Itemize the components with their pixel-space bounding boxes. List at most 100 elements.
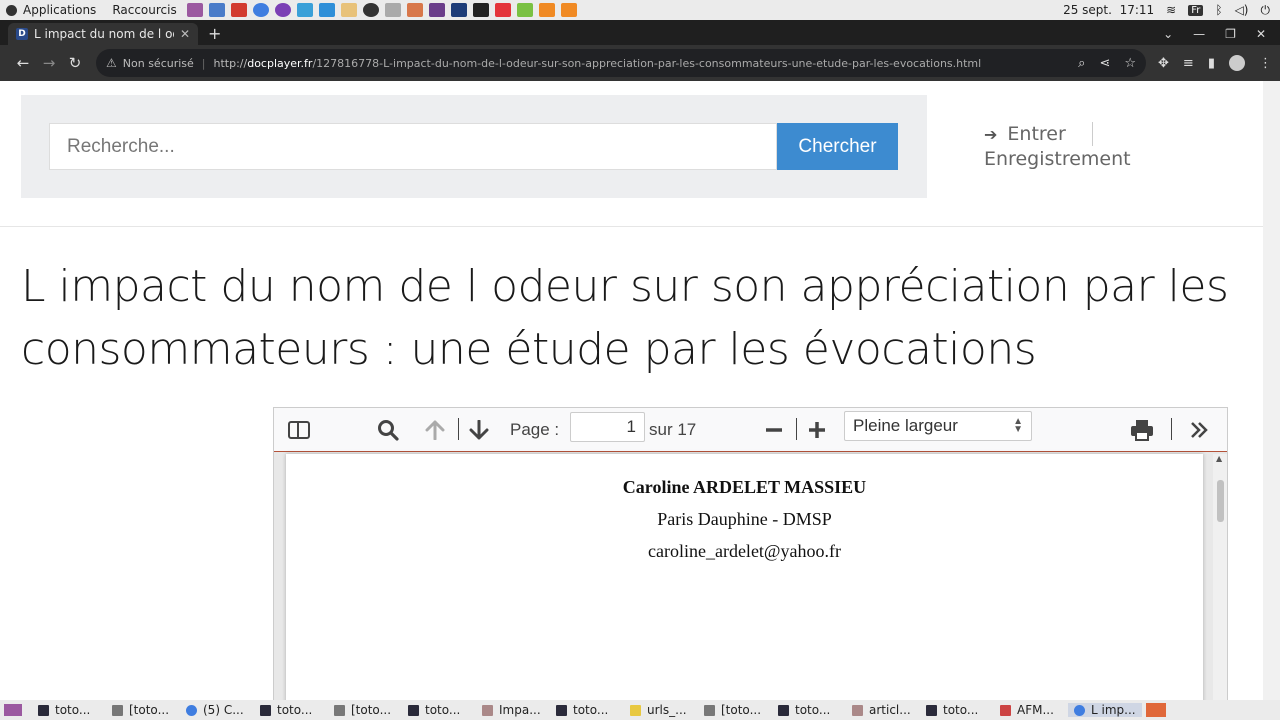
volume-icon[interactable]: ◁) <box>1235 3 1249 17</box>
zoom-select[interactable]: Pleine largeur ▲ ▼ <box>844 411 1032 441</box>
launcher-icon[interactable] <box>208 3 225 17</box>
wifi-icon[interactable]: ≋ <box>1166 3 1176 17</box>
warning-icon[interactable]: ⚠ <box>106 56 117 70</box>
tab-search-icon[interactable]: ⌄ <box>1163 27 1173 41</box>
header-divider <box>0 226 1263 227</box>
register-link[interactable]: Enregistrement <box>984 148 1131 170</box>
launcher-icon[interactable] <box>450 3 467 17</box>
back-icon[interactable]: ← <box>10 54 36 72</box>
taskbar-item[interactable]: toto... <box>402 703 476 717</box>
taskbar-item[interactable]: AFM... <box>994 703 1068 717</box>
new-tab-button[interactable]: + <box>208 23 221 45</box>
taskbar-item-label: Impa... <box>499 703 541 717</box>
share-icon[interactable]: ⋖ <box>1099 56 1110 71</box>
taskbar-item[interactable]: [toto... <box>698 703 772 717</box>
taskbar-item[interactable]: toto... <box>254 703 328 717</box>
page-number-input[interactable] <box>570 412 645 442</box>
close-window-icon[interactable]: ✕ <box>1256 27 1266 41</box>
previous-page-icon[interactable] <box>422 408 448 452</box>
taskbar-item[interactable]: toto... <box>772 703 846 717</box>
show-desktop-icon[interactable] <box>4 704 22 716</box>
pdf-scrollbar[interactable]: ▲ <box>1213 454 1227 700</box>
login-link[interactable]: ➔ Entrer <box>984 122 1131 146</box>
launcher-icon[interactable] <box>274 3 291 17</box>
gear-icon[interactable] <box>362 3 379 17</box>
browser-toolbar: ← → ↻ ⚠ Non sécurisé | http://docplayer.… <box>0 45 1280 81</box>
launcher-icon[interactable] <box>318 3 335 17</box>
security-label[interactable]: Non sécurisé <box>123 57 194 70</box>
taskbar-item[interactable]: toto... <box>920 703 994 717</box>
profile-avatar-icon[interactable] <box>1228 55 1245 71</box>
author-email: caroline_ardelet@yahoo.fr <box>648 541 841 561</box>
applications-menu[interactable]: Applications <box>0 3 96 17</box>
taskbar-item[interactable]: [toto... <box>328 703 402 717</box>
launcher-icon[interactable] <box>186 3 203 17</box>
taskbar-item[interactable]: urls_... <box>624 703 698 717</box>
launcher-icon[interactable] <box>296 3 313 17</box>
taskbar: toto... [toto... (5) C... toto... [toto.… <box>0 700 1280 720</box>
launcher-icon[interactable] <box>516 3 533 17</box>
tab-title: L impact du nom de l odeur <box>34 27 174 41</box>
forward-icon[interactable]: → <box>36 54 62 72</box>
taskbar-item-label: toto... <box>943 703 979 717</box>
search-button[interactable]: Chercher <box>777 123 898 170</box>
reading-list-icon[interactable]: ≡ <box>1183 56 1194 71</box>
close-tab-icon[interactable]: ✕ <box>180 27 190 41</box>
address-bar[interactable]: ⚠ Non sécurisé | http://docplayer.fr/127… <box>96 49 1146 77</box>
folder-icon[interactable] <box>538 3 555 17</box>
taskbar-item-label: urls_... <box>647 703 687 717</box>
taskbar-item[interactable]: [toto... <box>106 703 180 717</box>
folder-icon[interactable] <box>560 3 577 17</box>
more-menu-icon[interactable]: ⋮ <box>1259 56 1272 71</box>
page-label: Page : <box>510 420 560 439</box>
taskbar-item[interactable]: Impa... <box>476 703 550 717</box>
zoom-out-icon[interactable] <box>762 408 786 452</box>
terminal-icon <box>778 704 789 716</box>
time-text: 17:11 <box>1119 3 1155 17</box>
keyboard-layout[interactable]: Fr <box>1188 4 1204 16</box>
taskbar-item[interactable]: articl... <box>846 703 920 717</box>
launcher-icon[interactable] <box>406 3 423 17</box>
chrome-icon[interactable] <box>252 3 269 17</box>
system-top-panel: Applications Raccourcis 25 sept. 17:11 ≋… <box>0 0 1280 20</box>
print-icon[interactable] <box>1128 408 1156 452</box>
date-label[interactable]: 25 sept. 17:11 <box>1063 3 1154 17</box>
bookmark-star-icon[interactable]: ☆ <box>1124 56 1136 71</box>
search-input[interactable] <box>49 123 777 170</box>
workspace-switcher[interactable] <box>1146 703 1166 717</box>
maximize-icon[interactable]: ❐ <box>1225 27 1236 41</box>
taskbar-item-active[interactable]: L imp... <box>1068 703 1142 717</box>
launcher-icon[interactable] <box>384 3 401 17</box>
taskbar-item-label: (5) C... <box>203 703 244 717</box>
side-panel-icon[interactable]: ▮ <box>1208 56 1215 71</box>
extensions-icon[interactable]: ✥ <box>1158 56 1169 71</box>
bluetooth-icon[interactable]: ᛒ <box>1215 3 1222 17</box>
shortcuts-menu[interactable]: Raccourcis <box>112 3 176 17</box>
page-scrollbar[interactable] <box>1263 81 1280 700</box>
taskbar-item[interactable]: toto... <box>550 703 624 717</box>
taskbar-item[interactable]: (5) C... <box>180 703 254 717</box>
search-icon[interactable] <box>374 408 402 452</box>
browser-tab[interactable]: D L impact du nom de l odeur ✕ <box>8 23 198 45</box>
taskbar-item-label: L imp... <box>1091 703 1136 717</box>
pdf-toolbar: Page : sur 17 Pleine largeur ▲▼ <box>274 408 1227 452</box>
taskbar-item[interactable]: toto... <box>32 703 106 717</box>
launcher-icon[interactable] <box>428 3 445 17</box>
zoom-in-icon[interactable] <box>805 408 829 452</box>
sidebar-toggle-icon[interactable] <box>286 408 312 452</box>
ebay-icon[interactable] <box>494 3 511 17</box>
next-page-icon[interactable] <box>466 408 492 452</box>
scrollbar-thumb[interactable] <box>1217 480 1224 522</box>
launcher-icon[interactable] <box>230 3 247 17</box>
power-icon[interactable]: ⏻ <box>1261 3 1271 18</box>
tools-chevrons-icon[interactable] <box>1186 408 1212 452</box>
docplayer-favicon: D <box>16 28 28 40</box>
divider <box>1091 122 1093 146</box>
scroll-up-icon[interactable]: ▲ <box>1216 454 1222 463</box>
minimize-icon[interactable]: — <box>1193 27 1205 41</box>
chrome-icon <box>186 704 197 716</box>
camera-icon[interactable] <box>472 3 489 17</box>
launcher-icon[interactable] <box>340 3 357 17</box>
reload-icon[interactable]: ↻ <box>62 54 88 72</box>
zoom-icon[interactable]: ⌕ <box>1078 56 1085 71</box>
